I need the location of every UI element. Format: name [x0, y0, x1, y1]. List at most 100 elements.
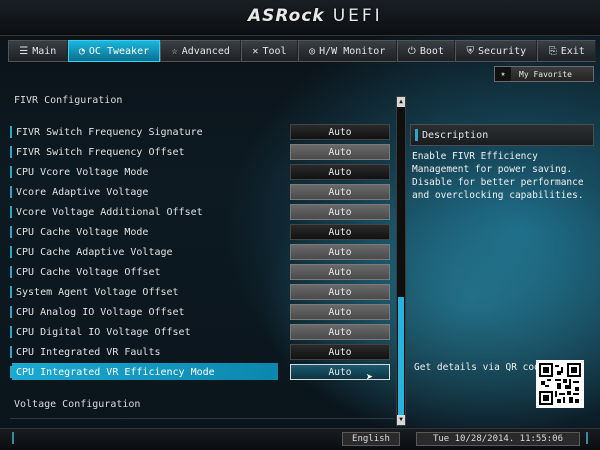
- tab-label: Exit: [560, 45, 585, 57]
- row-marker: [10, 186, 12, 198]
- mouse-pointer-icon: ➤: [366, 370, 374, 384]
- setting-label: CPU Vcore Voltage Mode: [16, 166, 149, 178]
- star-icon: ★: [495, 67, 511, 81]
- setting-row[interactable]: CPU Integrated VR Efficiency Mode Auto: [10, 362, 394, 382]
- setting-row[interactable]: CPU Integrated VR Faults Auto: [10, 342, 394, 362]
- scroll-down-icon[interactable]: ▼: [397, 415, 405, 425]
- setting-label: Vcore Voltage Additional Offset: [16, 206, 203, 218]
- row-marker: [10, 326, 12, 338]
- settings-list: FIVR Switch Frequency Signature Auto FIVR …: [10, 122, 394, 382]
- setting-row[interactable]: System Agent Voltage Offset Auto: [10, 282, 394, 302]
- setting-value-dropdown[interactable]: Auto: [290, 224, 390, 240]
- setting-label: CPU Analog IO Voltage Offset: [16, 306, 185, 318]
- setting-label: FIVR Switch Frequency Offset: [16, 146, 185, 158]
- row-marker: [10, 246, 12, 258]
- setting-row[interactable]: CPU Cache Voltage Offset Auto: [10, 262, 394, 282]
- tab-label: OC Tweaker: [88, 45, 150, 57]
- setting-label: CPU Integrated VR Faults: [16, 346, 161, 358]
- description-header: Description: [410, 124, 594, 146]
- setting-value-dropdown[interactable]: Auto: [290, 324, 390, 340]
- tab-label: Advanced: [181, 45, 230, 57]
- list-icon: ☰: [19, 45, 29, 57]
- row-marker: [10, 346, 12, 358]
- monitor-icon: ◎: [309, 45, 316, 57]
- qr-label: Get details via QR code: [414, 362, 546, 373]
- setting-row[interactable]: CPU Cache Adaptive Voltage Auto: [10, 242, 394, 262]
- setting-label: FIVR Switch Frequency Signature: [16, 126, 203, 138]
- row-marker: [10, 266, 12, 278]
- tab-boot[interactable]: ⏻ Boot: [396, 40, 456, 62]
- setting-value-dropdown[interactable]: Auto: [290, 244, 390, 260]
- tab-exit[interactable]: ⎘ Exit: [537, 40, 597, 62]
- bottom-right-marker: [586, 432, 588, 444]
- setting-value-dropdown[interactable]: Auto: [290, 124, 390, 140]
- setting-value-dropdown[interactable]: Auto: [290, 144, 390, 160]
- my-favorite-button[interactable]: ★ My Favorite: [494, 66, 594, 82]
- top-bar: ASRock UEFI: [0, 0, 600, 36]
- row-marker: [10, 146, 12, 158]
- tab-label: Tool: [262, 45, 287, 57]
- power-icon: ⏻: [407, 45, 416, 57]
- setting-value-dropdown[interactable]: Auto: [290, 364, 390, 380]
- setting-value-dropdown[interactable]: Auto: [290, 304, 390, 320]
- setting-label: Vcore Adaptive Voltage: [16, 186, 149, 198]
- setting-label: System Agent Voltage Offset: [16, 286, 179, 298]
- bottom-left-marker: [12, 432, 14, 444]
- description-marker: [415, 129, 418, 141]
- setting-value-dropdown[interactable]: Auto: [290, 264, 390, 280]
- setting-row[interactable]: FIVR Switch Frequency Signature Auto: [10, 122, 394, 142]
- row-marker: [10, 306, 12, 318]
- setting-row[interactable]: Vcore Voltage Additional Offset Auto: [10, 202, 394, 222]
- tab-label: Boot: [419, 45, 444, 57]
- setting-value-dropdown[interactable]: Auto: [290, 284, 390, 300]
- description-title: Description: [422, 129, 489, 141]
- setting-row[interactable]: CPU Digital IO Voltage Offset Auto: [10, 322, 394, 342]
- tab-advanced[interactable]: ☆ Advanced: [160, 40, 242, 62]
- setting-value-dropdown[interactable]: Auto: [290, 164, 390, 180]
- setting-label: CPU Cache Voltage Offset: [16, 266, 161, 278]
- product-name: UEFI: [332, 6, 383, 26]
- tool-icon: ✕: [252, 45, 259, 57]
- setting-value-dropdown[interactable]: Auto: [290, 184, 390, 200]
- tab-label: H/W Monitor: [319, 45, 386, 57]
- qr-code-icon: [536, 360, 584, 408]
- divider: [10, 418, 394, 419]
- setting-row[interactable]: FIVR Switch Frequency Offset Auto: [10, 142, 394, 162]
- row-marker: [10, 206, 12, 218]
- setting-value-dropdown[interactable]: Auto: [290, 344, 390, 360]
- exit-icon: ⎘: [548, 45, 557, 57]
- scroll-thumb[interactable]: [398, 297, 404, 415]
- tab-main[interactable]: ☰ Main: [8, 40, 68, 62]
- shield-icon: ⛨: [466, 45, 474, 57]
- setting-label: CPU Integrated VR Efficiency Mode: [16, 366, 215, 378]
- setting-label: CPU Cache Adaptive Voltage: [16, 246, 173, 258]
- tab-security[interactable]: ⛨ Security: [455, 40, 538, 62]
- tab-label: Security: [477, 45, 527, 57]
- star-icon: ☆: [171, 45, 178, 57]
- setting-row[interactable]: CPU Analog IO Voltage Offset Auto: [10, 302, 394, 322]
- brand-logo: ASRock UEFI: [248, 6, 383, 28]
- tab-oc-tweaker[interactable]: ◔ OC Tweaker: [67, 40, 161, 62]
- main-tabs: ☰ Main ◔ OC Tweaker ☆ Advanced ✕ Tool ◎ H/W Monit…: [8, 40, 597, 62]
- setting-row[interactable]: CPU Vcore Voltage Mode Auto: [10, 162, 394, 182]
- brand-name: ASRock: [248, 6, 325, 26]
- setting-label: CPU Digital IO Voltage Offset: [16, 326, 191, 338]
- row-marker: [10, 286, 12, 298]
- setting-value-dropdown[interactable]: Auto: [290, 204, 390, 220]
- setting-row[interactable]: CPU Cache Voltage Mode Auto: [10, 222, 394, 242]
- tab-tool[interactable]: ✕ Tool: [241, 40, 298, 62]
- tab-label: Main: [32, 45, 57, 57]
- scroll-up-icon[interactable]: ▲: [397, 97, 405, 107]
- description-text: Enable FIVR Efficiency Management for po…: [412, 151, 584, 201]
- tab-h-w-monitor[interactable]: ◎ H/W Monitor: [297, 40, 397, 62]
- setting-label: CPU Cache Voltage Mode: [16, 226, 149, 238]
- language-button[interactable]: English: [342, 432, 400, 446]
- section-title-voltage[interactable]: Voltage Configuration: [14, 399, 140, 410]
- row-marker: [10, 126, 12, 138]
- speedometer-icon: ◔: [78, 45, 85, 57]
- row-marker: [10, 166, 12, 178]
- setting-row[interactable]: Vcore Adaptive Voltage Auto: [10, 182, 394, 202]
- row-marker: [10, 226, 12, 238]
- date-time: Tue 10/28/2014. 11:55:06: [416, 432, 580, 446]
- scrollbar[interactable]: ▲ ▼: [396, 96, 406, 426]
